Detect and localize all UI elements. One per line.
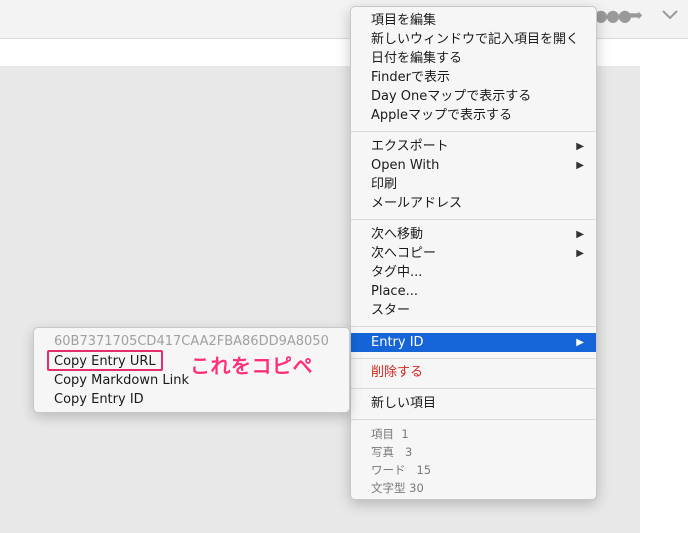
submenu-arrow-icon: ▶ [576, 160, 584, 171]
menu-item-apple-map[interactable]: Appleマップで表示する [351, 106, 596, 125]
menu-item-tag[interactable]: タグ中... [351, 263, 596, 282]
menu-item-email[interactable]: メールアドレス [351, 194, 596, 213]
annotation-highlight-box [47, 350, 163, 371]
menu-item-label: Finderで表示 [371, 70, 450, 85]
stat-characters: 文字型 30 [351, 479, 596, 497]
submenu-arrow-icon: ▶ [576, 248, 584, 259]
menu-item-export[interactable]: エクスポート ▶ [351, 137, 596, 156]
menu-item-edit-date[interactable]: 日付を編集する [351, 49, 596, 68]
menu-item-delete[interactable]: 削除する [351, 363, 596, 382]
stat-label: 写真 [371, 445, 394, 459]
menu-separator [351, 326, 596, 327]
content-margin [640, 39, 688, 533]
stat-entries: 項目 1 [351, 425, 596, 443]
menu-item-label: 新しい項目 [371, 396, 437, 411]
menu-item-show-in-finder[interactable]: Finderで表示 [351, 68, 596, 87]
stat-label: ワード [371, 463, 406, 477]
more-icon[interactable]: ●●● [594, 6, 632, 25]
menu-item-entry-id[interactable]: Entry ID ▶ [351, 333, 596, 352]
chevron-down-icon[interactable] [660, 5, 680, 25]
menu-item-edit-entry[interactable]: 項目を編集 [351, 11, 596, 30]
stat-label: 項目 [371, 427, 394, 441]
menu-separator [351, 388, 596, 389]
menu-item-label: Open With [371, 158, 440, 173]
menu-item-label: 次へ移動 [371, 227, 424, 242]
menu-item-label: 印刷 [371, 177, 398, 192]
menu-item-label: 新しいウィンドウで記入項目を開く [371, 32, 580, 47]
menu-item-label: Appleマップで表示する [371, 108, 513, 123]
submenu-arrow-icon: ▶ [576, 141, 584, 152]
stat-value: 1 [401, 427, 409, 441]
stat-label: 文字型 [371, 481, 406, 495]
menu-item-copy-to[interactable]: 次へコピー ▶ [351, 244, 596, 263]
menu-item-label: 日付を編集する [371, 51, 463, 66]
menu-item-label: Entry ID [371, 335, 424, 350]
stat-value: 3 [404, 445, 413, 459]
stat-photos: 写真 3 [351, 443, 596, 461]
menu-item-label: Place... [371, 284, 418, 299]
menu-item-label: メールアドレス [371, 196, 463, 211]
menu-item-label: Day Oneマップで表示する [371, 89, 532, 104]
menu-item-move-to[interactable]: 次へ移動 ▶ [351, 225, 596, 244]
menu-item-new-entry[interactable]: 新しい項目 [351, 394, 596, 413]
stat-value: 30 [409, 481, 424, 495]
stat-words: ワード 15 [351, 461, 596, 479]
menu-item-label: 次へコピー [371, 246, 437, 261]
menu-item-label: エクスポート [371, 139, 449, 154]
menu-item-label: スター [371, 303, 411, 318]
menu-item-open-with[interactable]: Open With ▶ [351, 156, 596, 175]
stat-value: 15 [416, 463, 432, 477]
menu-separator [351, 219, 596, 220]
annotation-text: これをコピペ [190, 354, 313, 378]
menu-separator [351, 131, 596, 132]
submenu-arrow-icon: ▶ [576, 229, 584, 240]
menu-separator [351, 358, 596, 359]
menu-item-label: 削除する [371, 365, 424, 380]
menu-item-star[interactable]: スター [351, 301, 596, 320]
menu-item-label: タグ中... [371, 265, 423, 280]
menu-item-dayone-map[interactable]: Day Oneマップで表示する [351, 87, 596, 106]
submenu-arrow-icon: ▶ [576, 337, 584, 348]
copy-entry-id-item[interactable]: Copy Entry ID [34, 390, 349, 409]
menu-item-place[interactable]: Place... [351, 282, 596, 301]
entry-id-value: 60B7371705CD417CAA2FBA86DD9A8050 [54, 334, 329, 349]
menu-separator [351, 419, 596, 420]
context-menu: 項目を編集 新しいウィンドウで記入項目を開く 日付を編集する Finderで表示… [350, 6, 597, 500]
menu-item-print[interactable]: 印刷 [351, 175, 596, 194]
menu-item-open-new-window[interactable]: 新しいウィンドウで記入項目を開く [351, 30, 596, 49]
share-icon[interactable]: ➦ [628, 5, 643, 26]
menu-item-label: 項目を編集 [371, 13, 437, 28]
